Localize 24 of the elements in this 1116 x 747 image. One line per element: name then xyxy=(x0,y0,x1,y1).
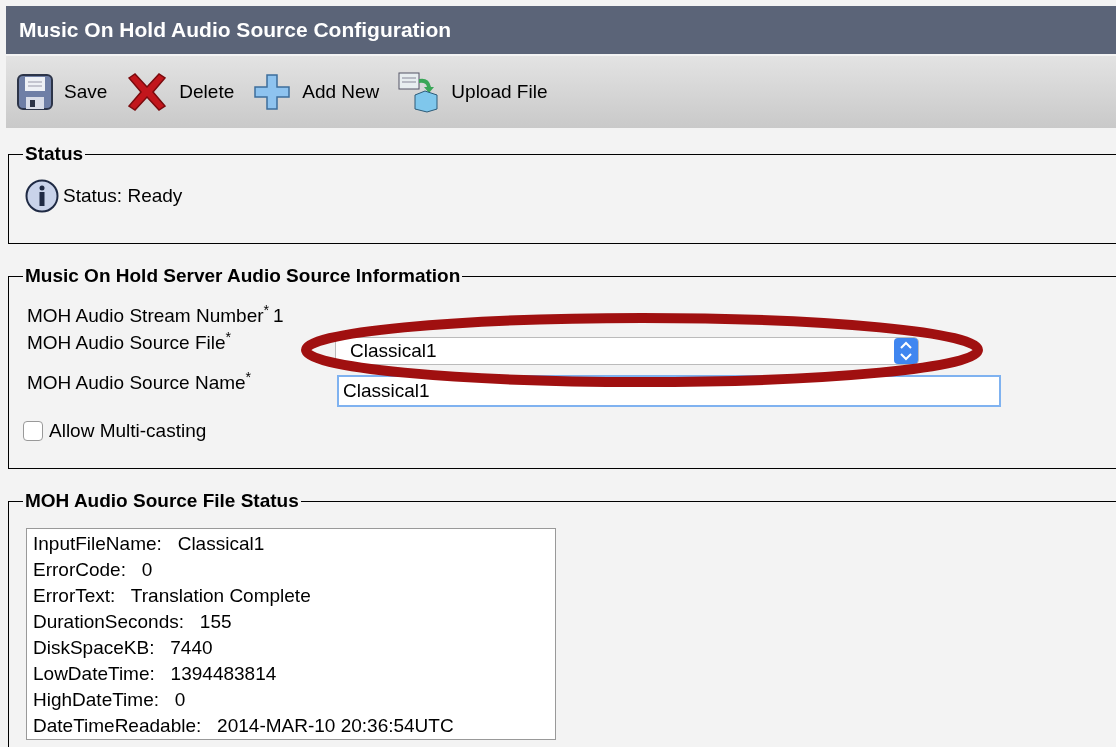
window-title: Music On Hold Audio Source Configuration xyxy=(19,17,452,44)
status-line: DurationSeconds: 155 xyxy=(33,610,233,634)
status-line: DateTimeReadable: 2014-MAR-10 20:36:54UTC xyxy=(33,714,455,738)
info-icon xyxy=(25,179,59,213)
field-label: MOH Audio Source Name$^{*}$ xyxy=(27,369,253,395)
status-message: Status: Ready xyxy=(63,183,183,208)
status-line: ErrorText: Translation Complete xyxy=(33,584,312,608)
stream-number-value: 1 xyxy=(273,303,284,328)
toolbar-button[interactable]: Delete xyxy=(125,72,235,112)
field-label: MOH Audio Stream Number$^{*}$ xyxy=(27,301,270,328)
status-line: DiskSpaceKB: 7440 xyxy=(33,636,214,660)
status-line: LowDateTime: 1394483814 xyxy=(33,662,278,686)
field-label: MOH Audio Source File$^{*}$ xyxy=(27,329,233,355)
stepper-chevrons-icon xyxy=(894,338,918,364)
status-line: ErrorCode: 0 xyxy=(33,558,154,582)
checkbox[interactable] xyxy=(23,421,43,442)
plus-icon xyxy=(252,72,293,112)
toolbar-button[interactable]: Upload File xyxy=(397,71,548,113)
checkbox-label: Allow Multi-casting xyxy=(49,419,207,443)
source-file-dropdown[interactable]: Classical1 xyxy=(335,337,919,365)
status-line: InputFileName: Classical1 xyxy=(33,532,266,556)
toolbar-button[interactable]: Add New xyxy=(252,72,380,112)
toolbar-button[interactable]: Save xyxy=(16,73,108,111)
status-line: HighDateTime: 0 xyxy=(33,688,187,712)
